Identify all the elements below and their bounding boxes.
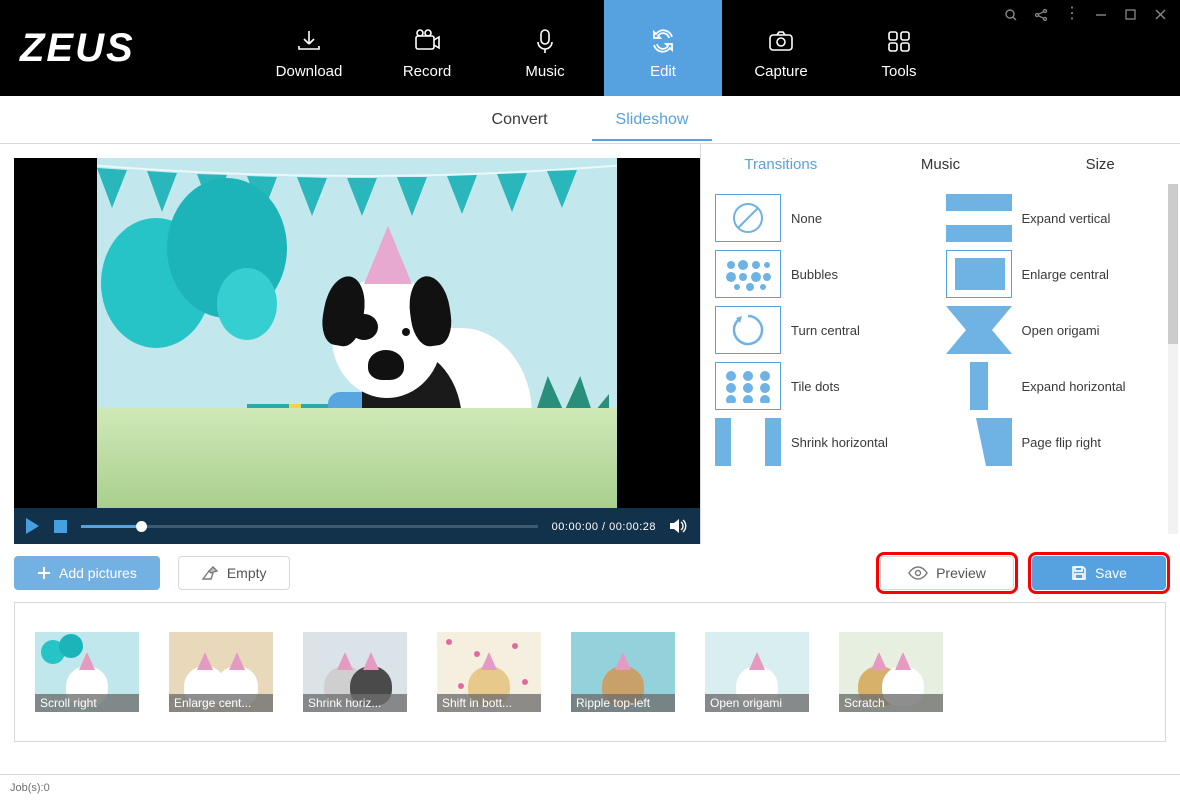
play-button[interactable] [26,518,40,534]
close-icon[interactable] [1154,8,1170,22]
jobs-count: 0 [44,782,50,794]
preview-image [97,158,617,508]
nav-label: Tools [881,63,916,80]
nav-record[interactable]: Record [368,0,486,96]
capture-icon [765,27,797,55]
transition-none[interactable]: None [715,194,936,242]
time-display: 00:00:00 / 00:00:28 [552,520,656,533]
transition-open-origami[interactable]: Open origami [946,306,1167,354]
transition-shrink-horizontal[interactable]: Shrink horizontal [715,418,936,466]
properties-panel: Transitions Music Size None Expand verti… [700,144,1180,544]
filmstrip-item[interactable]: Shift in bott... [437,632,541,712]
filmstrip-item[interactable]: Scroll right [35,632,139,712]
tab-size[interactable]: Size [1020,144,1180,184]
transitions-list: None Expand vertical Bubbles Enlarge cen… [701,184,1180,544]
page-flip-icon [946,418,1012,466]
stop-button[interactable] [54,520,67,533]
filmstrip-item[interactable]: Open origami [705,632,809,712]
filmstrip: Scroll right Enlarge cent... Shrink hori… [14,602,1166,742]
expand-vertical-icon [946,194,1012,242]
nav-label: Music [525,63,564,80]
transition-bubbles[interactable]: Bubbles [715,250,936,298]
main-area: 00:00:00 / 00:00:28 Transitions Music Si… [0,144,1180,544]
player-controls: 00:00:00 / 00:00:28 [14,508,700,544]
music-icon [529,27,561,55]
shrink-horizontal-icon [715,418,781,466]
jobs-label: Job(s): [10,782,44,794]
nav-label: Capture [754,63,807,80]
nav-tools[interactable]: Tools [840,0,958,96]
tab-music[interactable]: Music [861,144,1021,184]
menu-icon[interactable]: ⋮ [1064,8,1080,22]
panel-scrollbar[interactable] [1168,184,1178,534]
download-icon [293,27,325,55]
maximize-icon[interactable] [1124,8,1140,22]
status-bar: Job(s): 0 [0,774,1180,800]
preview-player: 00:00:00 / 00:00:28 [0,144,700,544]
turn-central-icon [715,306,781,354]
share-icon[interactable] [1034,8,1050,22]
transition-enlarge-central[interactable]: Enlarge central [946,250,1167,298]
subtabs: Convert Slideshow [0,96,1180,144]
nav-label: Record [403,63,451,80]
transition-expand-vertical[interactable]: Expand vertical [946,194,1167,242]
filmstrip-item[interactable]: Scratch [839,632,943,712]
filmstrip-item[interactable]: Ripple top-left [571,632,675,712]
app-logo: ZEUS [0,0,250,96]
eye-icon [908,566,928,580]
top-nav: ZEUS Download Record Music Edit [0,0,1180,96]
volume-button[interactable] [670,518,688,534]
nav-capture[interactable]: Capture [722,0,840,96]
tab-transitions[interactable]: Transitions [701,144,861,184]
add-pictures-button[interactable]: Add pictures [14,556,160,590]
transition-turn-central[interactable]: Turn central [715,306,936,354]
nav-edit[interactable]: Edit [604,0,722,96]
nav-music[interactable]: Music [486,0,604,96]
enlarge-central-icon [946,250,1012,298]
nav-download[interactable]: Download [250,0,368,96]
search-icon[interactable] [1004,8,1020,22]
action-row: Add pictures Empty Preview Save [0,544,1180,602]
nav-label: Edit [650,63,676,80]
none-icon [715,194,781,242]
transition-page-flip-right[interactable]: Page flip right [946,418,1167,466]
preview-button[interactable]: Preview [880,556,1014,590]
broom-icon [201,565,219,581]
window-controls: ⋮ [1004,8,1170,22]
nav-label: Download [276,63,343,80]
filmstrip-item[interactable]: Enlarge cent... [169,632,273,712]
seek-bar[interactable] [81,525,538,528]
expand-horizontal-icon [946,362,1012,410]
transition-tile-dots[interactable]: Tile dots [715,362,936,410]
empty-button[interactable]: Empty [178,556,290,590]
open-origami-icon [946,306,1012,354]
transition-expand-horizontal[interactable]: Expand horizontal [946,362,1167,410]
tile-dots-icon [715,362,781,410]
edit-icon [647,27,679,55]
panel-tabs: Transitions Music Size [701,144,1180,184]
tab-slideshow[interactable]: Slideshow [612,99,693,141]
save-button[interactable]: Save [1032,556,1166,590]
tab-convert[interactable]: Convert [488,99,552,141]
preview-viewport [14,158,700,508]
bubbles-icon [715,250,781,298]
tools-icon [883,27,915,55]
record-icon [411,27,443,55]
plus-icon [37,566,51,580]
minimize-icon[interactable] [1094,8,1110,22]
save-icon [1071,565,1087,581]
filmstrip-item[interactable]: Shrink horiz... [303,632,407,712]
